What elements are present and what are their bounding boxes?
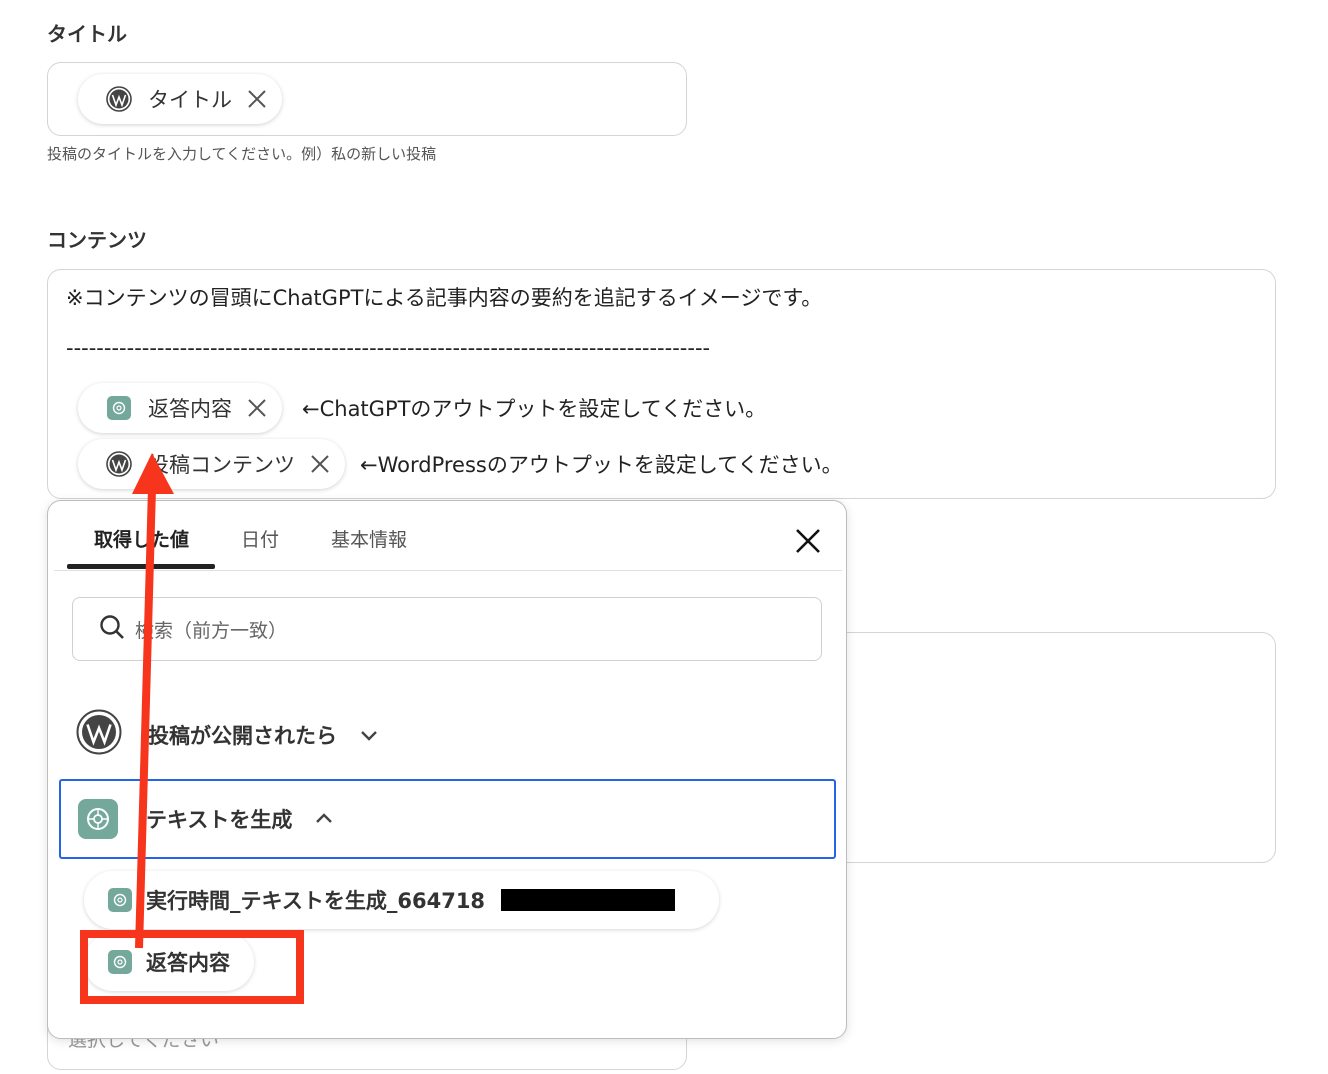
annotation-arrow [132, 453, 174, 949]
